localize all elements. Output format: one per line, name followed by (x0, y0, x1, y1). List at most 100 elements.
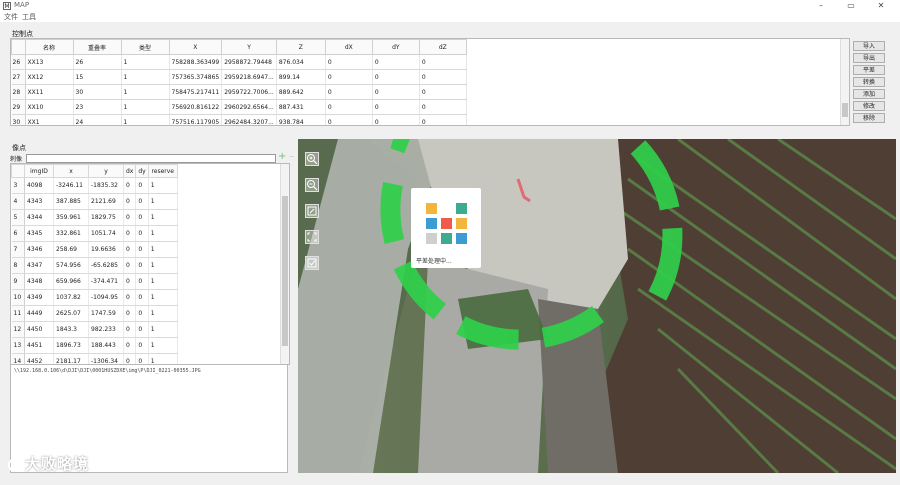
column-header[interactable]: X (168, 39, 223, 55)
column-header[interactable]: 重叠率 (72, 39, 122, 55)
cell: 1 (148, 273, 178, 290)
table-row[interactable]: 7 4346 258.69 19.6636 0 0 1 (11, 241, 178, 258)
spinner-square (456, 218, 467, 229)
row-number: 29 (11, 99, 26, 115)
cell: 188.443 (88, 337, 124, 354)
cell: 0 (419, 114, 467, 125)
table-row[interactable]: 12 4450 1843.3 982.233 0 0 1 (11, 321, 178, 338)
column-header[interactable]: Z (275, 39, 326, 55)
column-header[interactable]: Y (221, 39, 277, 55)
column-header[interactable]: dy (135, 164, 149, 178)
column-header[interactable]: x (53, 164, 89, 178)
cell: 1 (148, 289, 178, 306)
minimize-icon[interactable]: – (806, 0, 836, 12)
gcp-table-scrollbar[interactable] (840, 39, 849, 125)
cell: 0 (123, 273, 137, 290)
cell: -3246.11 (53, 177, 89, 194)
modify-button[interactable]: 修改 (853, 101, 885, 111)
cell: 15 (73, 69, 122, 85)
cell: 0 (135, 193, 149, 210)
convert-button[interactable]: 转换 (853, 77, 885, 87)
add-button[interactable]: 添加 (853, 89, 885, 99)
cell: 1 (121, 54, 170, 70)
cell: 1 (121, 99, 170, 115)
column-header[interactable]: y (88, 164, 124, 178)
table-row[interactable]: 5 4344 359.961 1829.75 0 0 1 (11, 209, 178, 226)
image-viewer[interactable] (298, 139, 896, 473)
fullscreen-icon[interactable] (305, 230, 319, 244)
cell: 1037.82 (53, 289, 89, 306)
menu-tools[interactable]: 工具 (22, 12, 36, 22)
cell: 1896.73 (53, 337, 89, 354)
table-row[interactable]: 26 XX13 26 1 758288.363499 2958872.79448… (11, 54, 467, 70)
import-button[interactable]: 导入 (853, 41, 885, 51)
column-header[interactable] (11, 164, 25, 178)
plus-icon[interactable]: + (278, 152, 286, 162)
cell: 19.6636 (88, 241, 124, 258)
table-row[interactable]: 11 4449 2625.07 1747.59 0 0 1 (11, 305, 178, 322)
cell: 1051.74 (88, 225, 124, 242)
column-header[interactable]: dY (371, 39, 420, 55)
cell: 0 (135, 225, 149, 242)
tie-table: imgID x y dx dy reserve 3 4098 -3246.11 -18… (10, 163, 290, 365)
cell: 758288.363499 (169, 54, 223, 70)
cell: 0 (123, 241, 137, 258)
table-row[interactable]: 27 XX12 15 1 757365.374865 2959218.6947.… (11, 69, 467, 85)
window-title: MAP (14, 1, 30, 9)
zoom-in-icon[interactable] (305, 152, 319, 166)
row-number: 11 (11, 305, 25, 322)
column-header[interactable]: 名称 (24, 39, 74, 55)
table-row[interactable]: 10 4349 1037.82 -1094.95 0 0 1 (11, 289, 178, 306)
column-header[interactable]: dX (324, 39, 373, 55)
column-header[interactable]: dZ (418, 39, 467, 55)
row-number: 7 (11, 241, 25, 258)
cell: 899.14 (276, 69, 326, 85)
table-row[interactable]: 13 4451 1896.73 188.443 0 0 1 (11, 337, 178, 354)
table-row[interactable]: 8 4347 574.956 -65.6285 0 0 1 (11, 257, 178, 274)
cell: 0 (135, 337, 149, 354)
spinner-square (426, 233, 437, 244)
row-number: 4 (11, 193, 25, 210)
cell: 4345 (24, 225, 54, 242)
minus-icon[interactable]: – (289, 152, 294, 162)
cell: 889.642 (276, 84, 326, 100)
table-row[interactable]: 3 4098 -3246.11 -1835.32 0 0 1 (11, 177, 178, 194)
cell: 0 (419, 54, 467, 70)
column-header[interactable] (11, 39, 26, 55)
row-number: 28 (11, 84, 26, 100)
cell: 0 (135, 241, 149, 258)
check-icon[interactable] (305, 256, 319, 270)
scrollbar-thumb[interactable] (842, 103, 848, 117)
cell: 876.034 (276, 54, 326, 70)
cell: XX1 (25, 114, 74, 125)
maximize-icon[interactable]: ▭ (836, 0, 866, 12)
cell: 0 (135, 321, 149, 338)
cell: 758475.217411 (169, 84, 223, 100)
column-header[interactable]: imgID (24, 164, 54, 178)
spinner-square (441, 218, 452, 229)
table-row[interactable]: 28 XX11 30 1 758475.217411 2959722.7006.… (11, 84, 467, 100)
close-icon[interactable]: ✕ (866, 0, 896, 12)
scrollbar-thumb[interactable] (282, 196, 288, 346)
zoom-out-icon[interactable] (305, 178, 319, 192)
cell: 4343 (24, 193, 54, 210)
tie-input[interactable] (26, 154, 276, 163)
cell: 938.784 (276, 114, 326, 125)
fit-icon[interactable] (305, 204, 319, 218)
cell: 0 (123, 321, 137, 338)
menu-file[interactable]: 文件 (4, 12, 18, 22)
remove-button[interactable]: 移除 (853, 113, 885, 123)
table-row[interactable]: 30 XX1 24 1 757516.117905 2962484.3207..… (11, 114, 467, 125)
export-button[interactable]: 导出 (853, 53, 885, 63)
adjust-button[interactable]: 平差 (853, 65, 885, 75)
cell: 0 (372, 54, 420, 70)
table-row[interactable]: 4 4343 387.885 2121.69 0 0 1 (11, 193, 178, 210)
table-row[interactable]: 9 4348 659.966 -374.471 0 0 1 (11, 273, 178, 290)
table-row[interactable]: 6 4345 332.861 1051.74 0 0 1 (11, 225, 178, 242)
column-header[interactable]: dx (122, 164, 137, 178)
tie-table-scrollbar[interactable] (280, 164, 289, 364)
column-header[interactable]: reserve (147, 164, 178, 178)
table-row[interactable]: 29 XX10 23 1 756920.816122 2960292.6564.… (11, 99, 467, 115)
cell: 2958872.79448 (221, 54, 277, 70)
column-header[interactable]: 类型 (120, 39, 170, 55)
